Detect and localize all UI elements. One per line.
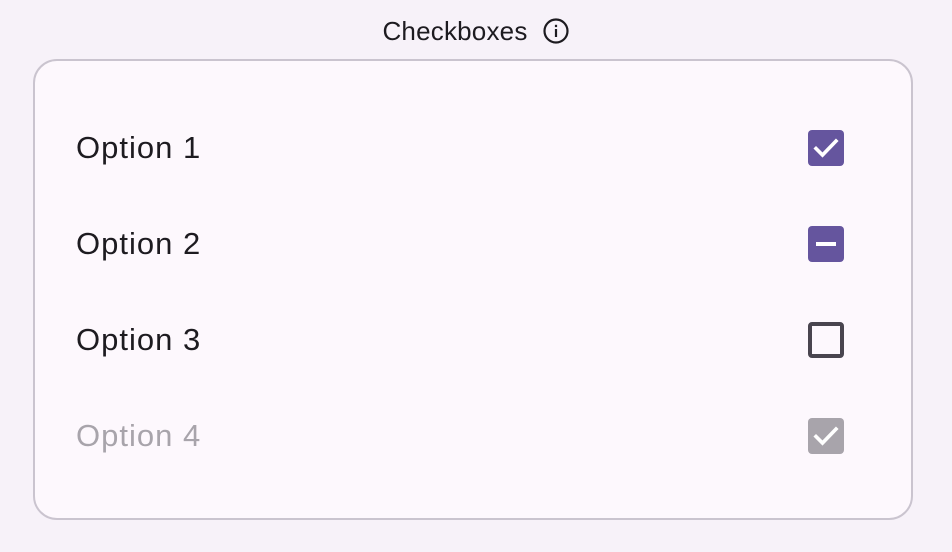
checkbox-card: Option 1 Option 2 Option 3 Option 4 [33,59,913,520]
option-2-checkbox[interactable] [808,226,844,262]
option-row-2[interactable]: Option 2 [35,196,911,292]
option-label: Option 3 [76,322,202,357]
option-row-4: Option 4 [35,388,911,484]
section-header: Checkboxes [0,14,952,48]
option-label: Option 2 [76,226,202,261]
option-4-checkbox [808,418,844,454]
option-label: Option 4 [76,418,202,453]
option-label: Option 1 [76,130,202,165]
page-title: Checkboxes [382,15,528,46]
info-icon[interactable] [542,17,570,45]
minus-icon [816,242,836,246]
option-row-3[interactable]: Option 3 [35,292,911,388]
option-3-checkbox[interactable] [808,322,844,358]
option-1-checkbox[interactable] [808,130,844,166]
option-row-1[interactable]: Option 1 [35,100,911,196]
checkmark-icon [813,138,839,158]
checkmark-icon [813,426,839,446]
